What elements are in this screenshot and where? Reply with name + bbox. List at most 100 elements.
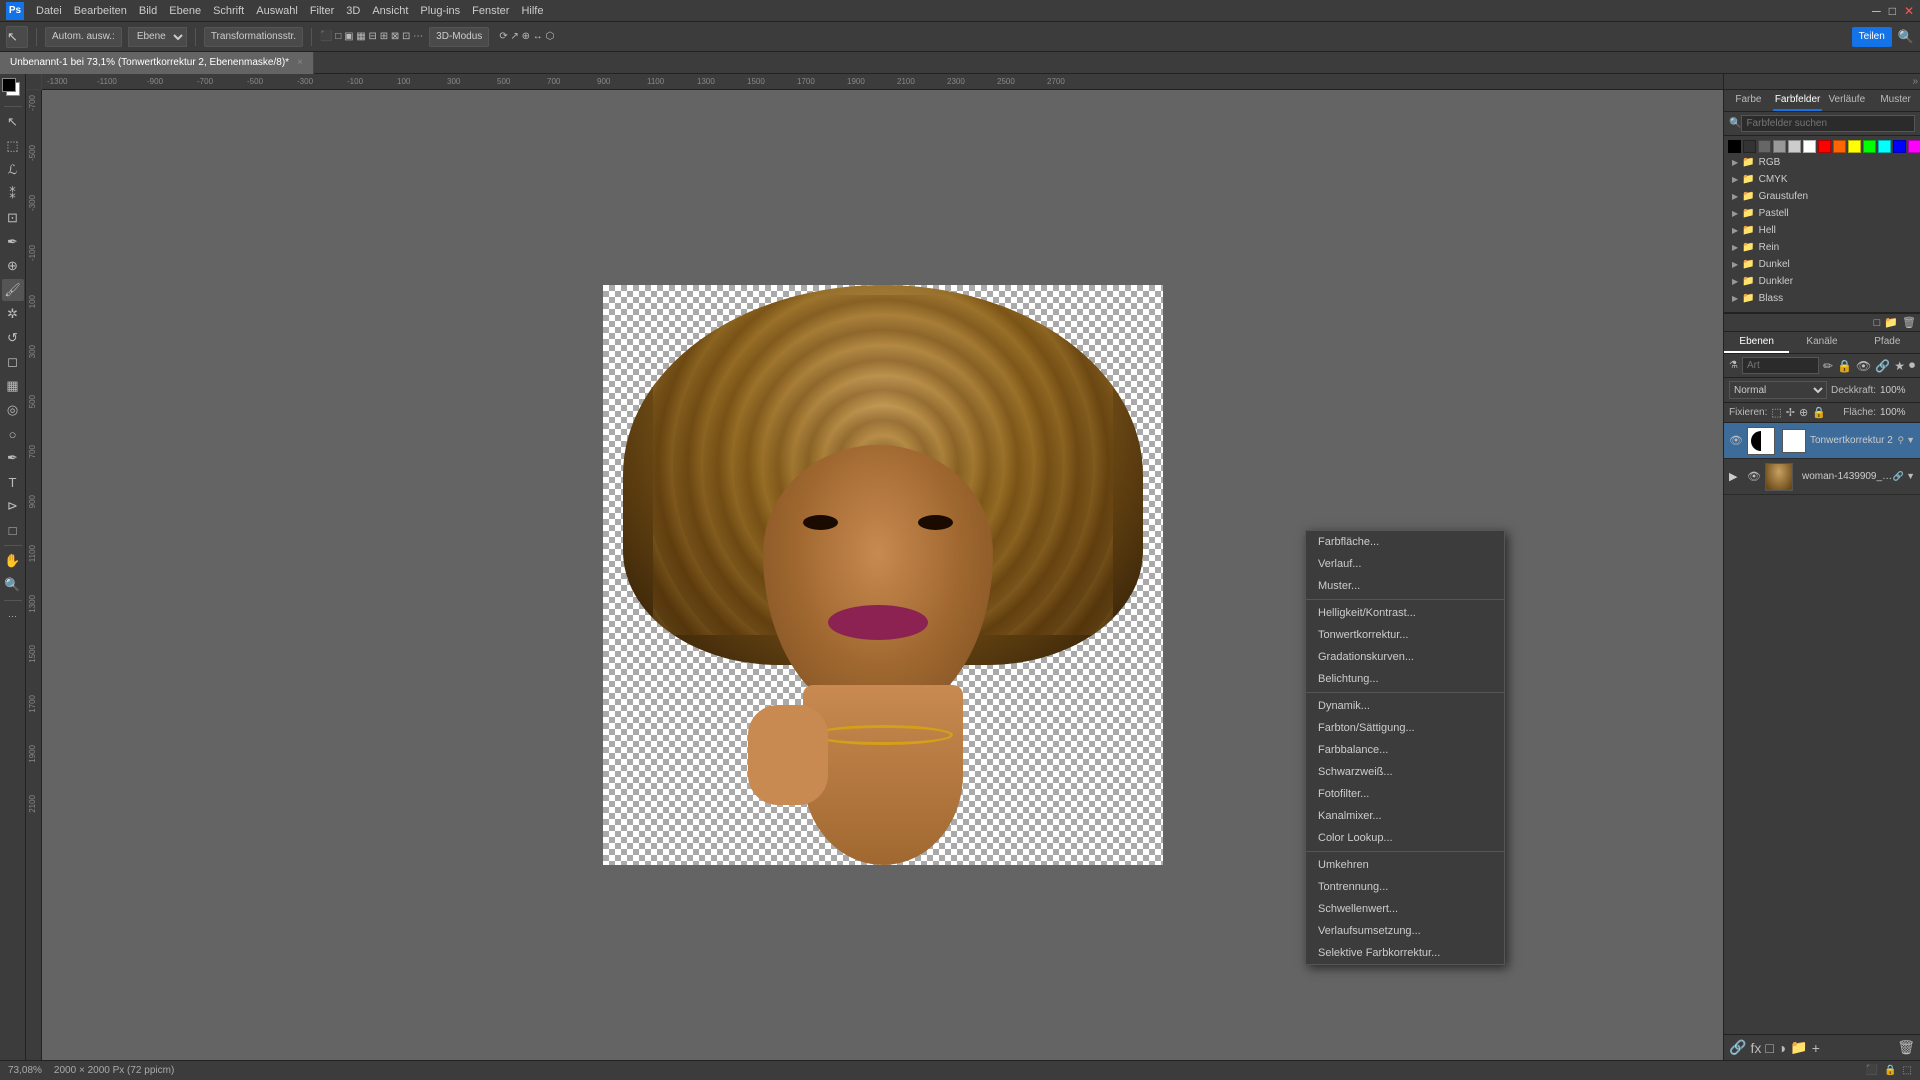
healing-tool[interactable]: ⊕ [2,255,24,277]
tool-selector[interactable]: ↖ [6,26,28,48]
menu-schwarzweiss[interactable]: Schwarzweiß... [1306,761,1504,783]
swatch-yellow[interactable] [1848,140,1861,153]
doc-tab[interactable]: Unbenannt-1 bei 73,1% (Tonwertkorrektur … [0,52,314,74]
hand-tool[interactable]: ✋ [2,550,24,572]
menu-datei[interactable]: Datei [36,5,62,17]
menu-dynamik[interactable]: Dynamik... [1306,695,1504,717]
add-mask-btn[interactable]: □ [1765,1040,1773,1056]
menu-schrift[interactable]: Schrift [213,5,244,17]
layers-style-btn[interactable]: ★ [1894,359,1905,373]
menu-fenster[interactable]: Fenster [472,5,509,17]
layer-item-woman[interactable]: ▶ 👁 woman-1439909_1920 🔗 ▼ [1724,459,1920,495]
new-adj-layer-btn[interactable]: ◑ [1778,1040,1786,1056]
delete-layer-btn[interactable]: 🗑 [1897,1039,1915,1056]
color-search-input[interactable] [1741,115,1915,132]
folder-btn[interactable]: 📁 [1884,316,1898,329]
pen-tool[interactable]: ✒ [2,447,24,469]
layers-visibility-btn[interactable]: 👁 [1856,359,1871,373]
tab-verlaeufe[interactable]: Verläufe [1822,90,1871,111]
swatch-red[interactable] [1818,140,1831,153]
new-layer-btn[interactable]: + [1812,1040,1820,1056]
color-group-rein-header[interactable]: ▶ 📁 Rein [1728,240,1916,255]
link-layers-btn[interactable]: 🔗 [1729,1039,1746,1056]
menu-farbbalance[interactable]: Farbbalance... [1306,739,1504,761]
move-tool[interactable]: ↖ [2,111,24,133]
menu-farbton-saettigung[interactable]: Farbton/Sättigung... [1306,717,1504,739]
layer-item-tonwert2[interactable]: 👁 Tonwertkorrektur 2 ⚲ ▼ [1724,423,1920,459]
crop-tool[interactable]: ⊡ [2,207,24,229]
text-tool[interactable]: T [2,471,24,493]
expand-arrow-woman[interactable]: ▶ [1729,470,1743,483]
selection-tool[interactable]: ⬚ [2,135,24,157]
path-select-tool[interactable]: ⊳ [2,495,24,517]
menu-filter[interactable]: Filter [310,5,334,17]
clone-tool[interactable]: ✲ [2,303,24,325]
menu-belichtung[interactable]: Belichtung... [1306,668,1504,690]
menu-verlauf[interactable]: Verlauf... [1306,553,1504,575]
delete-swatch-btn[interactable]: 🗑 [1902,316,1916,329]
layers-lock-btn[interactable]: 🔒 [1837,359,1852,373]
layers-search-input[interactable] [1742,357,1819,374]
zoom-tool[interactable]: 🔍 [2,574,24,596]
menu-farbflaeche[interactable]: Farbfläche... [1306,531,1504,553]
swatch-blue[interactable] [1893,140,1906,153]
brush-tool[interactable]: 🖌 [2,279,24,301]
lock-pixels-btn[interactable]: ⬚ [1771,406,1781,419]
menu-auswahl[interactable]: Auswahl [256,5,298,17]
lasso-tool[interactable]: ℒ [2,159,24,181]
swatch-white[interactable] [1803,140,1816,153]
swatch-black[interactable] [1728,140,1741,153]
color-group-dunkel-header[interactable]: ▶ 📁 Dunkel [1728,257,1916,272]
lock-artboard-btn[interactable]: ⊕ [1799,406,1808,419]
menu-bild[interactable]: Bild [139,5,157,17]
restore-btn[interactable]: □ [1889,4,1896,18]
share-btn[interactable]: Teilen [1852,27,1892,47]
magic-wand-tool[interactable]: ⁑ [2,183,24,205]
color-group-dunkler-header[interactable]: ▶ 📁 Dunkler [1728,274,1916,289]
layers-tab-pfade[interactable]: Pfade [1855,332,1920,353]
layers-link-btn[interactable]: 🔗 [1875,359,1890,373]
menu-tontrennung[interactable]: Tontrennung... [1306,876,1504,898]
gradient-tool[interactable]: ▦ [2,375,24,397]
color-group-pastell-header[interactable]: ▶ 📁 Pastell [1728,206,1916,221]
swatch-magenta[interactable] [1908,140,1920,153]
swatch-cyan[interactable] [1878,140,1891,153]
menu-umkehren[interactable]: Umkehren [1306,854,1504,876]
menu-hilfe[interactable]: Hilfe [521,5,543,17]
menu-plugins[interactable]: Plug-ins [420,5,460,17]
layers-tab-kanaele[interactable]: Kanäle [1789,332,1854,353]
menu-color-lookup[interactable]: Color Lookup... [1306,827,1504,849]
layer-eye-woman[interactable]: 👁 [1747,470,1761,483]
history-brush[interactable]: ↺ [2,327,24,349]
layers-tab-ebenen[interactable]: Ebenen [1724,332,1789,353]
tab-close-btn[interactable]: × [297,57,303,68]
fill-value[interactable]: 100% [1880,407,1915,418]
close-btn[interactable]: ✕ [1904,4,1914,18]
menu-ansicht[interactable]: Ansicht [372,5,408,17]
layer-select[interactable]: Ebene [128,27,187,47]
extra-tools[interactable]: ··· [2,605,24,627]
color-group-hell-header[interactable]: ▶ 📁 Hell [1728,223,1916,238]
menu-ebene[interactable]: Ebene [169,5,201,17]
minimize-btn[interactable]: ─ [1872,4,1881,18]
new-swatch-btn[interactable]: □ [1874,317,1881,329]
menu-kanalmixer[interactable]: Kanalmixer... [1306,805,1504,827]
menu-verlaufsumsetzung[interactable]: Verlaufsumsetzung... [1306,920,1504,942]
menu-selektive-farbkorrektur[interactable]: Selektive Farbkorrektur... [1306,942,1504,964]
lock-position-btn[interactable]: ✢ [1786,406,1795,419]
panel-collapse-btn[interactable]: » [1912,76,1918,87]
search-icon[interactable]: 🔍 [1898,29,1914,45]
shape-tool[interactable]: □ [2,519,24,541]
menu-fotofilter[interactable]: Fotofilter... [1306,783,1504,805]
layer-eye-tonwert2[interactable]: 👁 [1729,434,1743,447]
menu-gradationskurven[interactable]: Gradationskurven... [1306,646,1504,668]
menu-bearbeiten[interactable]: Bearbeiten [74,5,127,17]
menu-muster[interactable]: Muster... [1306,575,1504,597]
swatch-gray[interactable] [1758,140,1771,153]
eraser-tool[interactable]: ◻ [2,351,24,373]
eyedropper-tool[interactable]: ✒ [2,231,24,253]
opacity-value[interactable]: 100% [1880,385,1915,396]
3d-mode-btn[interactable]: 3D-Modus [429,27,489,47]
color-group-cmyk-header[interactable]: ▶ 📁 CMYK [1728,172,1916,187]
filter-toggle[interactable]: ⏺ [1909,358,1915,373]
